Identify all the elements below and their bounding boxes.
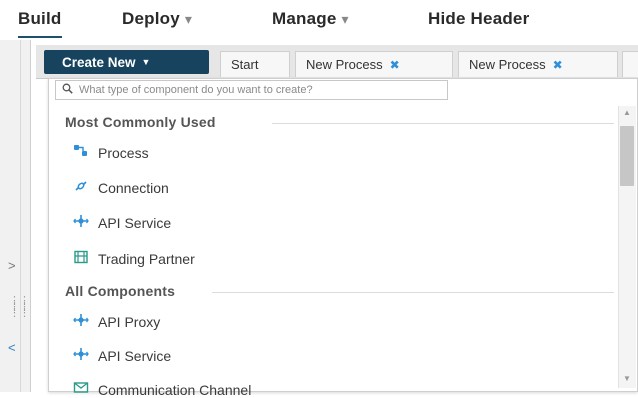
nav-build[interactable]: Build — [18, 9, 62, 38]
menu-item-trading-partner[interactable]: Trading Partner — [72, 250, 195, 267]
tab-new-process[interactable]: New Process ✖ — [295, 51, 453, 77]
menu-item-label: Process — [98, 144, 149, 161]
tab-label: New Process — [469, 57, 546, 72]
nav-deploy-label: Deploy — [122, 9, 180, 28]
create-new-button[interactable]: Create New ▼ — [44, 50, 209, 74]
menu-item-label: Trading Partner — [98, 250, 195, 267]
communication-channel-icon — [72, 381, 90, 398]
left-rail: > ⋮⋮ ⋮⋮ ⋮⋮ < — [0, 40, 31, 392]
section-divider — [272, 123, 614, 124]
expand-arrow-icon[interactable]: > — [8, 258, 16, 273]
rail-divider — [20, 40, 21, 392]
api-service-icon — [72, 347, 90, 364]
top-navigation: Build Deploy ▾ Manage ▾ Hide Header — [0, 0, 638, 40]
scroll-down-icon[interactable]: ▼ — [623, 374, 631, 383]
close-tab-icon[interactable]: ✖ — [553, 58, 563, 72]
menu-item-label: API Proxy — [98, 313, 161, 330]
api-proxy-icon — [72, 313, 90, 330]
close-tab-icon[interactable]: ✖ — [390, 58, 400, 72]
menu-item-api-service[interactable]: API Service — [72, 347, 171, 364]
tab-label: New Process — [306, 57, 383, 72]
menu-item-label: API Service — [98, 214, 172, 231]
section-most-common: Most Commonly Used — [65, 114, 216, 130]
nav-manage[interactable]: Manage ▾ — [272, 9, 349, 29]
section-all-components: All Components — [65, 283, 176, 299]
menu-item-process[interactable]: Process — [72, 144, 149, 161]
menu-item-label: Communication Channel — [98, 381, 252, 398]
trading-partner-icon — [72, 250, 90, 267]
menu-item-connection[interactable]: Connection — [72, 179, 169, 196]
component-search-input[interactable]: What type of component do you want to cr… — [55, 80, 448, 100]
api-service-icon — [72, 214, 90, 231]
section-divider — [212, 292, 614, 293]
scrollbar-thumb[interactable] — [620, 126, 634, 186]
process-icon — [72, 144, 90, 161]
menu-item-api-service[interactable]: API Service — [72, 214, 171, 231]
menu-item-label: API Service — [98, 347, 172, 364]
tab-label: Start — [231, 57, 259, 72]
collapse-arrow-icon[interactable]: < — [8, 340, 16, 355]
menu-item-api-proxy[interactable]: API Proxy — [72, 313, 160, 330]
menu-item-label: Connection — [98, 179, 169, 196]
nav-manage-label: Manage — [272, 9, 337, 28]
dropdown-caret-icon: ▼ — [141, 57, 151, 67]
chevron-down-icon: ▾ — [341, 11, 349, 27]
drag-handle-icon[interactable]: ⋮⋮ ⋮⋮ ⋮⋮ — [9, 296, 30, 319]
search-placeholder: What type of component do you want to cr… — [79, 84, 313, 96]
tab-overflow[interactable] — [622, 51, 638, 77]
search-icon — [62, 83, 73, 97]
connection-icon — [72, 179, 90, 196]
tab-new-process[interactable]: New Process ✖ — [458, 51, 618, 77]
hide-header-link[interactable]: Hide Header — [428, 9, 529, 29]
scroll-up-icon[interactable]: ▲ — [623, 108, 631, 117]
create-new-label: Create New — [62, 54, 136, 70]
nav-deploy[interactable]: Deploy ▾ — [122, 9, 192, 29]
chevron-down-icon: ▾ — [184, 11, 193, 27]
tab-start[interactable]: Start — [220, 51, 290, 77]
menu-item-communication-channel[interactable]: Communication Channel — [72, 381, 251, 398]
